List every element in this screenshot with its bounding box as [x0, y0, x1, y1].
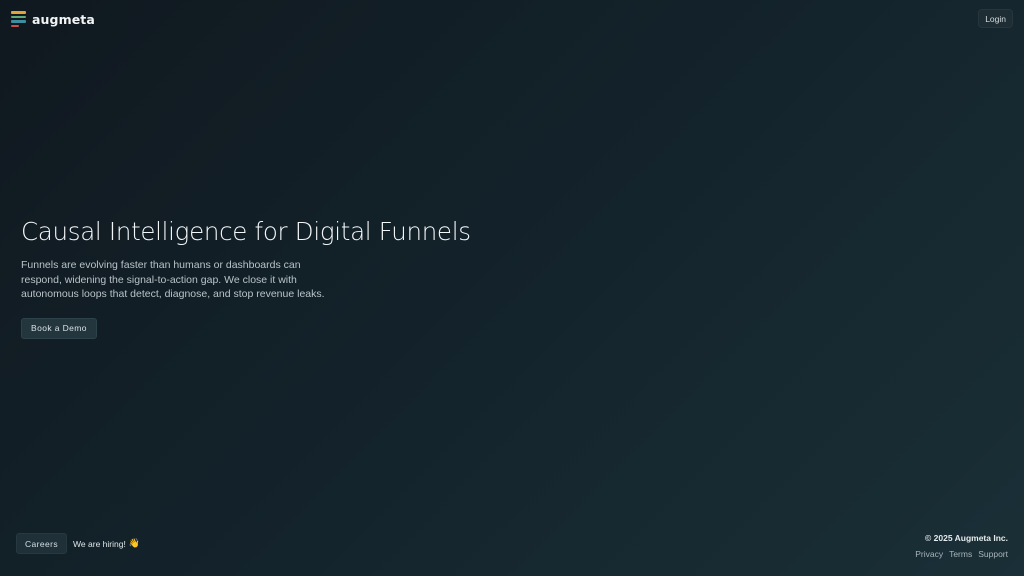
hero-subtitle: Funnels are evolving faster than humans …	[21, 259, 325, 301]
book-demo-button[interactable]: Book a Demo	[21, 317, 97, 339]
logo-bar-1	[11, 11, 26, 14]
footer-links: Privacy Terms Support	[915, 549, 1008, 559]
site-header: augmeta Login	[0, 0, 1024, 36]
careers-area: Careers We are hiring! 👋	[16, 533, 140, 554]
hero-title: Causal Intelligence for Digital Funnels	[21, 217, 471, 246]
hiring-text: We are hiring!	[73, 538, 126, 549]
hero-section: Causal Intelligence for Digital Funnels …	[21, 215, 521, 339]
brand-name: augmeta	[32, 11, 95, 27]
support-link[interactable]: Support	[978, 549, 1008, 559]
brand-logo[interactable]: augmeta	[11, 10, 95, 28]
copyright-text: © 2025 Augmeta Inc.	[925, 533, 1008, 543]
careers-button[interactable]: Careers	[16, 533, 68, 554]
logo-bar-3	[11, 20, 26, 23]
logo-bar-2	[11, 15, 26, 18]
login-button[interactable]: Login	[978, 9, 1013, 28]
terms-link[interactable]: Terms	[949, 549, 972, 559]
logo-bar-4	[11, 24, 19, 27]
privacy-link[interactable]: Privacy	[915, 549, 943, 559]
hiring-notice: We are hiring! 👋	[73, 538, 140, 549]
augmeta-logo-icon	[11, 11, 26, 27]
waving-hand-icon: 👋	[128, 538, 141, 548]
legal-area: © 2025 Augmeta Inc. Privacy Terms Suppor…	[915, 533, 1008, 559]
